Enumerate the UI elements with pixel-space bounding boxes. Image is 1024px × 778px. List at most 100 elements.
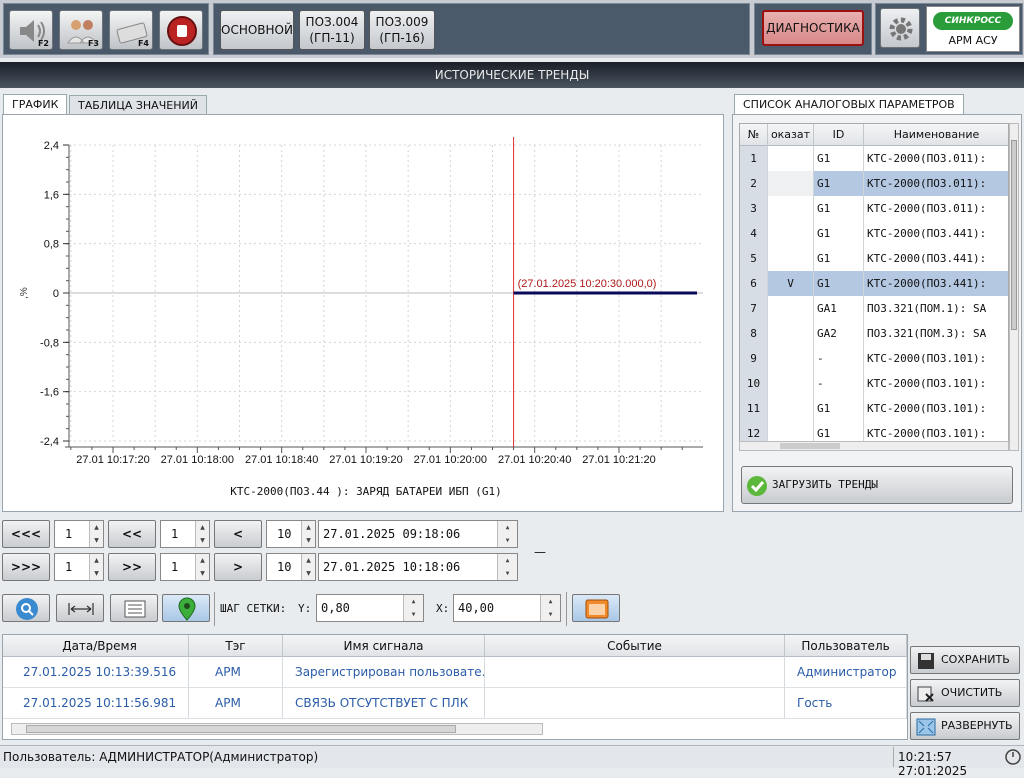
events-header-cell[interactable]: Событие bbox=[485, 635, 785, 657]
grid-x-arrows[interactable]: ▲ ▼ bbox=[540, 595, 560, 621]
pos-009-button[interactable]: ПОЗ.009 (ГП-16) bbox=[369, 10, 435, 50]
y-tick-label: -2,4 bbox=[40, 436, 59, 448]
zoom-button[interactable] bbox=[2, 594, 50, 622]
params-row[interactable]: 8 GA2 ПОЗ.321(ПОМ.3): SA bbox=[740, 321, 1008, 346]
jump-fwd-spinner[interactable]: 10 ▲ ▼ bbox=[266, 553, 316, 581]
x-tick-label: 27.01 10:20:40 bbox=[498, 454, 571, 466]
event-row[interactable]: 27.01.2025 10:13:39.516 АРМ Зарегистрирова… bbox=[3, 657, 907, 688]
params-row[interactable]: 1 G1 КТС-2000(ПОЗ.011): bbox=[740, 146, 1008, 171]
tab-analog-params[interactable]: СПИСОК АНАЛОГОВЫХ ПАРАМЕТРОВ bbox=[734, 94, 964, 114]
diagnostics-button[interactable]: ДИАГНОСТИКА bbox=[762, 10, 864, 46]
sound-button[interactable]: F2 bbox=[9, 10, 53, 50]
grid-y-field[interactable]: 0,80 ▲ ▼ bbox=[316, 594, 424, 622]
grid-x-field[interactable]: 40,00 ▲ ▼ bbox=[453, 594, 561, 622]
jump-back-mid-button[interactable]: << bbox=[108, 520, 156, 548]
spinner-value: 1 bbox=[65, 527, 73, 541]
events-header-cell[interactable]: Тэг bbox=[189, 635, 283, 657]
params-hscrollbar[interactable] bbox=[739, 441, 1009, 451]
params-header-cell[interactable]: № bbox=[740, 124, 768, 146]
end-date-field[interactable]: 27.01.2025 10:18:06 ▲ ▼ bbox=[318, 553, 518, 581]
tab-values-table[interactable]: ТАБЛИЦА ЗНАЧЕНИЙ bbox=[69, 95, 207, 115]
param-id: - bbox=[814, 346, 864, 371]
users-button[interactable]: F3 bbox=[59, 10, 103, 50]
jump-back-spinner[interactable]: 10 ▲ ▼ bbox=[266, 520, 316, 548]
pos-004-line1: ПОЗ.004 bbox=[305, 15, 359, 29]
load-trends-button[interactable]: ЗАГРУЗИТЬ ТРЕНДЫ bbox=[741, 466, 1013, 504]
params-row[interactable]: 2 G1 КТС-2000(ПОЗ.011): bbox=[740, 171, 1008, 196]
marker-button[interactable] bbox=[162, 594, 210, 622]
spinner-arrows[interactable]: ▲ ▼ bbox=[195, 554, 209, 580]
x-tick-label: 27.01 10:19:20 bbox=[329, 454, 402, 466]
events-table: Дата/Время Тэг Имя сигнала Событие Пользоват… bbox=[2, 634, 908, 740]
param-num: 6 bbox=[740, 271, 768, 296]
params-vscroll-thumb[interactable] bbox=[1011, 140, 1017, 330]
clear-all-button[interactable]: ОЧИСТИТЬ ВСЕ bbox=[910, 679, 1020, 725]
events-body: 27.01.2025 10:13:39.516 АРМ Зарегистрирова… bbox=[3, 657, 907, 719]
event-row[interactable]: 27.01.2025 10:11:56.981 АРМ СВЯЗЬ ОТСУТСТВ… bbox=[3, 688, 907, 719]
params-hscroll-thumb[interactable] bbox=[780, 443, 840, 449]
main-view-button[interactable]: ОСНОВНОЙ bbox=[220, 10, 294, 50]
spinner-arrows[interactable]: ▲ ▼ bbox=[195, 521, 209, 547]
grid-step-label: ШАГ СЕТКИ: bbox=[220, 602, 287, 615]
events-header-cell[interactable]: Дата/Время bbox=[11, 635, 189, 657]
settings-button[interactable] bbox=[880, 8, 920, 48]
spinner-arrows[interactable]: ▲ ▼ bbox=[301, 521, 315, 547]
jump-back-far-spinner[interactable]: 1 ▲ ▼ bbox=[54, 520, 104, 548]
event-text bbox=[485, 657, 785, 688]
end-date-arrows[interactable]: ▲ ▼ bbox=[497, 554, 517, 580]
param-id: GA1 bbox=[814, 296, 864, 321]
jump-back-far-button[interactable]: <<< bbox=[2, 520, 50, 548]
tab-graph[interactable]: ГРАФИК bbox=[3, 94, 68, 114]
events-hscroll-thumb[interactable] bbox=[26, 725, 456, 733]
params-header-cell[interactable]: оказат bbox=[768, 124, 814, 146]
params-row[interactable]: 3 G1 КТС-2000(ПОЗ.011): bbox=[740, 196, 1008, 221]
company-logo: СИНКРОСС АРМ АСУ bbox=[926, 6, 1020, 52]
spinner-arrows[interactable]: ▲ ▼ bbox=[89, 554, 103, 580]
x-axis-label: КТС-2000(ПОЗ.44 ): ЗАРЯД БАТАРЕИ ИБП (G1… bbox=[230, 485, 502, 498]
start-date-field[interactable]: 27.01.2025 09:18:06 ▲ ▼ bbox=[318, 520, 518, 548]
pos-004-button[interactable]: ПОЗ.004 (ГП-11) bbox=[299, 10, 365, 50]
alarm-button[interactable] bbox=[159, 10, 203, 50]
tools-divider bbox=[214, 592, 215, 626]
params-row[interactable]: 9 - КТС-2000(ПОЗ.101): bbox=[740, 346, 1008, 371]
params-row[interactable]: 6 V G1 КТС-2000(ПОЗ.441): bbox=[740, 271, 1008, 296]
x-tick-label: 27.01 10:20:00 bbox=[414, 454, 487, 466]
expand-button[interactable]: РАЗВЕРНУТЬ bbox=[910, 712, 1020, 740]
load-trends-label: ЗАГРУЗИТЬ ТРЕНДЫ bbox=[772, 478, 878, 491]
jump-fwd-far-button[interactable]: >>> bbox=[2, 553, 50, 581]
params-vscrollbar[interactable] bbox=[1009, 123, 1019, 451]
list-icon bbox=[124, 600, 146, 618]
jump-back-mid-spinner[interactable]: 1 ▲ ▼ bbox=[160, 520, 210, 548]
events-hscrollbar[interactable] bbox=[11, 723, 543, 735]
start-date-arrows[interactable]: ▲ ▼ bbox=[497, 521, 517, 547]
params-row[interactable]: 4 G1 КТС-2000(ПОЗ.441): bbox=[740, 221, 1008, 246]
jump-fwd-far-spinner[interactable]: 1 ▲ ▼ bbox=[54, 553, 104, 581]
grid-y-arrows[interactable]: ▲ ▼ bbox=[403, 595, 423, 621]
param-show bbox=[768, 346, 814, 371]
param-id: - bbox=[814, 371, 864, 396]
jump-fwd-mid-spinner[interactable]: 1 ▲ ▼ bbox=[160, 553, 210, 581]
params-row[interactable]: 11 G1 КТС-2000(ПОЗ.101): bbox=[740, 396, 1008, 421]
params-row[interactable]: 5 G1 КТС-2000(ПОЗ.441): bbox=[740, 246, 1008, 271]
jump-back-button[interactable]: < bbox=[214, 520, 262, 548]
grid-y-value: 0,80 bbox=[321, 601, 350, 615]
power-icon[interactable] bbox=[1004, 748, 1022, 766]
params-row[interactable]: 7 GA1 ПОЗ.321(ПОМ.1): SA bbox=[740, 296, 1008, 321]
param-name: КТС-2000(ПОЗ.441): bbox=[864, 221, 1008, 246]
print-button[interactable] bbox=[572, 594, 620, 622]
keyboard-button[interactable]: F4 bbox=[109, 10, 153, 50]
param-num: 4 bbox=[740, 221, 768, 246]
params-row[interactable]: 10 - КТС-2000(ПОЗ.101): bbox=[740, 371, 1008, 396]
save-button[interactable]: СОХРАНИТЬ bbox=[910, 646, 1020, 674]
list-view-button[interactable] bbox=[110, 594, 158, 622]
params-header-cell[interactable]: ID bbox=[814, 124, 864, 146]
events-header-cell[interactable]: Имя сигнала bbox=[283, 635, 485, 657]
jump-fwd-mid-button[interactable]: >> bbox=[108, 553, 156, 581]
params-table: № оказат ID Наименование 1 G1 КТС-2000(ПОЗ.011… bbox=[739, 123, 1009, 451]
params-header-cell[interactable]: Наименование bbox=[864, 124, 1008, 146]
events-header-cell[interactable]: Пользователь bbox=[785, 635, 907, 657]
jump-fwd-button[interactable]: > bbox=[214, 553, 262, 581]
spinner-arrows[interactable]: ▲ ▼ bbox=[301, 554, 315, 580]
fit-width-button[interactable] bbox=[56, 594, 104, 622]
spinner-arrows[interactable]: ▲ ▼ bbox=[89, 521, 103, 547]
